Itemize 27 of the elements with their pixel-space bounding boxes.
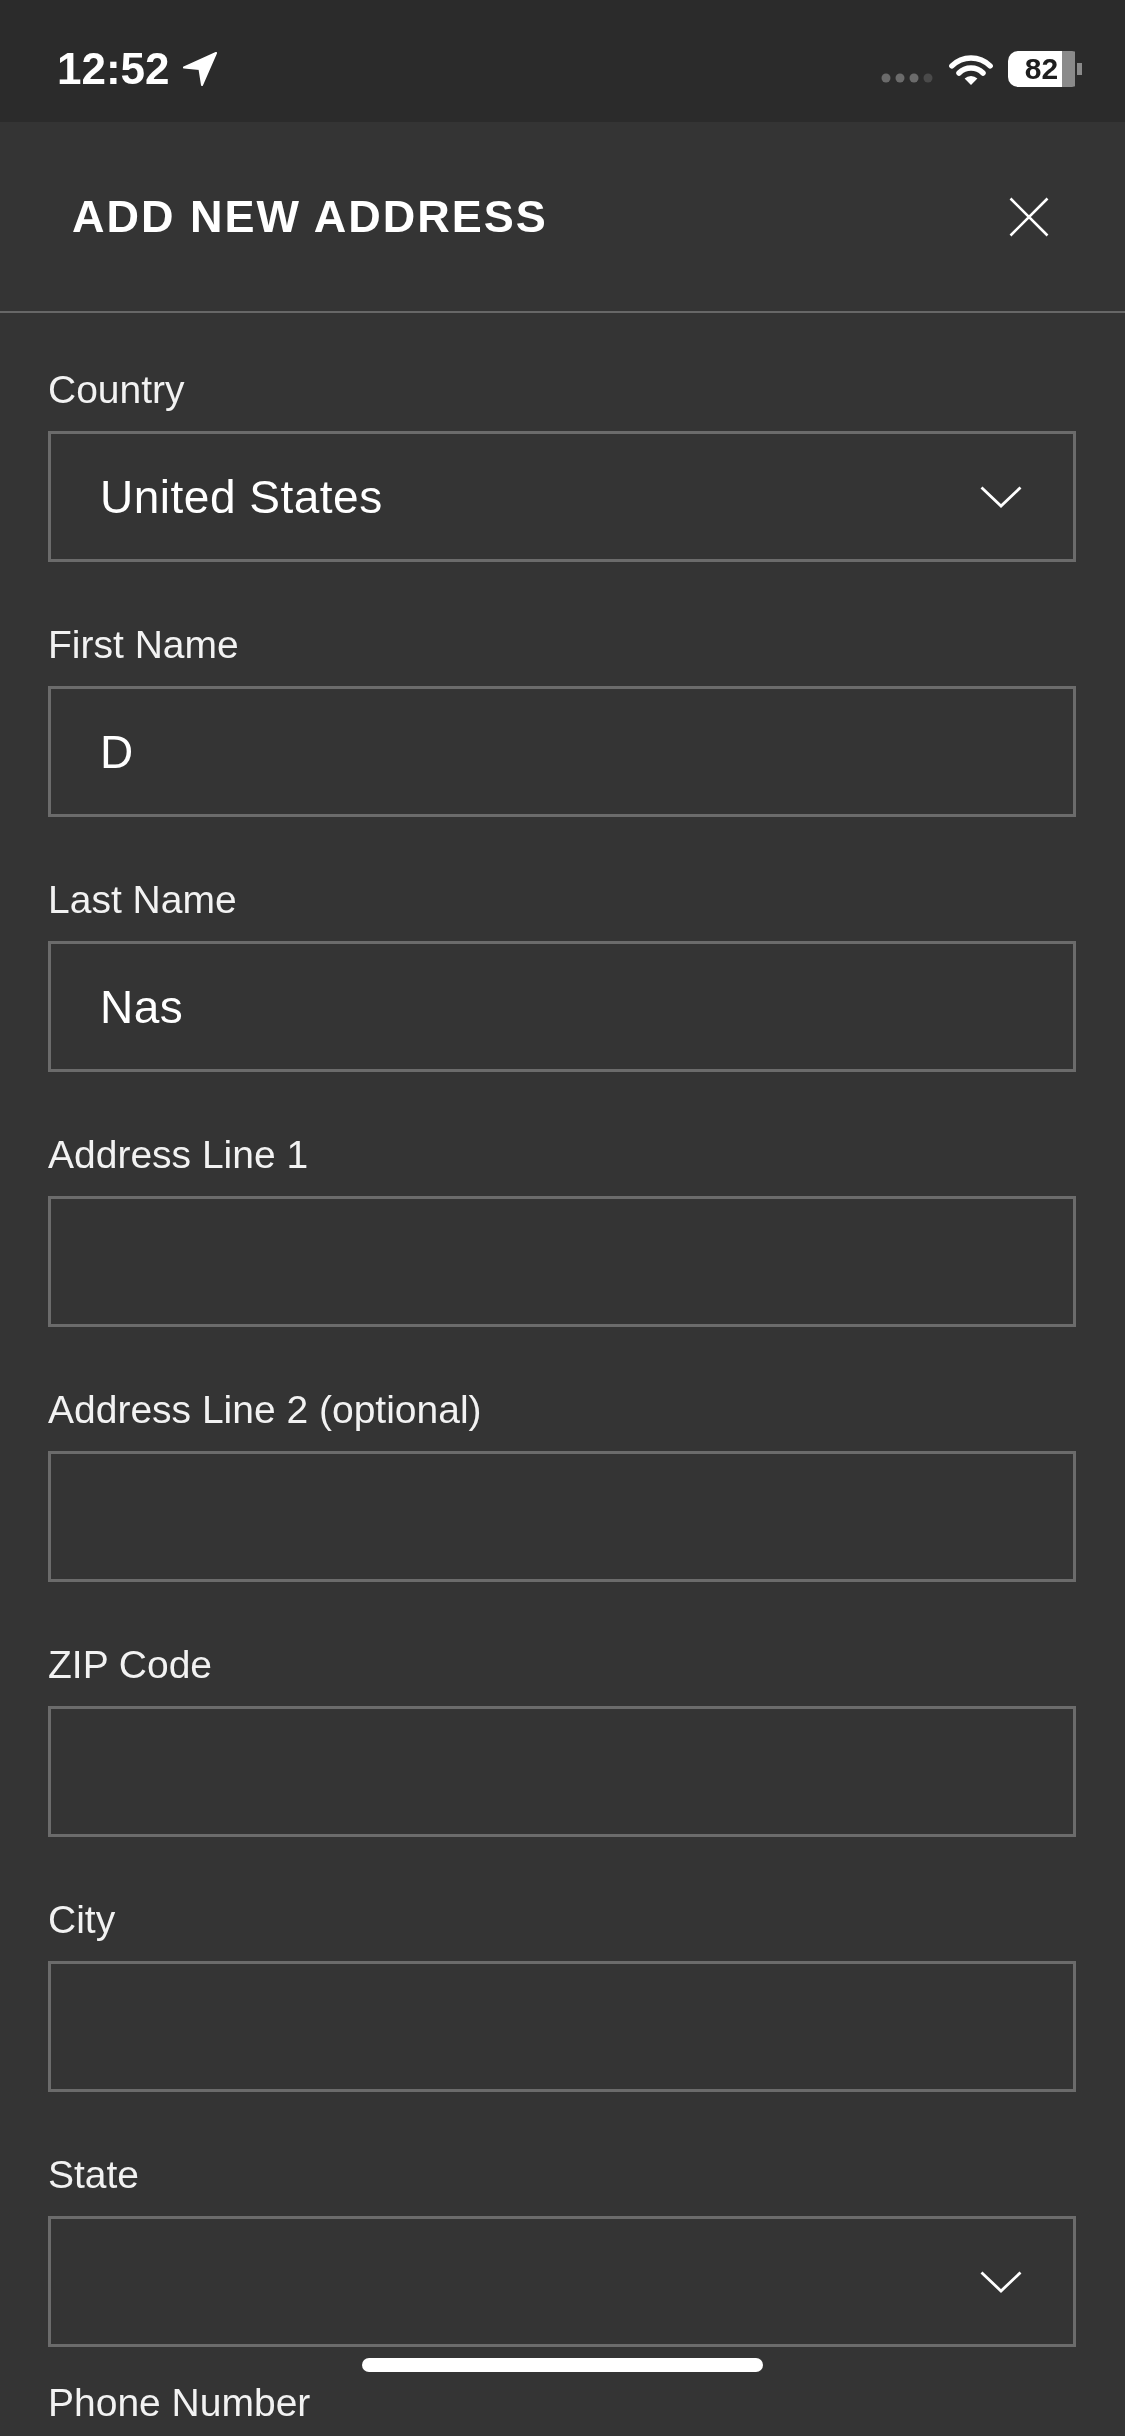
text-field[interactable] — [48, 1961, 1076, 2092]
status-time: 12:52 — [57, 44, 170, 94]
text-field[interactable]: D — [48, 686, 1076, 817]
field-label: Address Line 1 — [48, 1133, 310, 1177]
dropdown-field[interactable] — [48, 2216, 1076, 2347]
field-label: State — [48, 2153, 141, 2197]
text-field[interactable] — [48, 1196, 1076, 1327]
chevron-down-icon — [980, 485, 1022, 508]
text-field[interactable]: Nas — [48, 941, 1076, 1072]
location-arrow-icon — [181, 52, 218, 86]
signal-icon — [881, 73, 933, 83]
field-label: City — [48, 1898, 117, 1942]
battery-indicator: 82 — [1008, 51, 1082, 87]
field-label: Phone Number — [48, 2381, 312, 2425]
close-icon — [1009, 196, 1049, 237]
close-button[interactable] — [1009, 196, 1049, 237]
field-label: Last Name — [48, 878, 238, 922]
sheet-title: ADD NEW ADDRESS — [72, 189, 548, 244]
field-label: Address Line 2 (optional) — [48, 1388, 483, 1432]
text-field[interactable] — [48, 1451, 1076, 1582]
chevron-down-icon — [980, 2270, 1022, 2293]
field-label: ZIP Code — [48, 1643, 214, 1687]
wifi-icon — [948, 52, 994, 86]
text-field[interactable] — [48, 1706, 1076, 1837]
field-label: Country — [48, 368, 186, 412]
field-label: First Name — [48, 623, 240, 667]
dropdown-field[interactable]: United States — [48, 431, 1076, 562]
